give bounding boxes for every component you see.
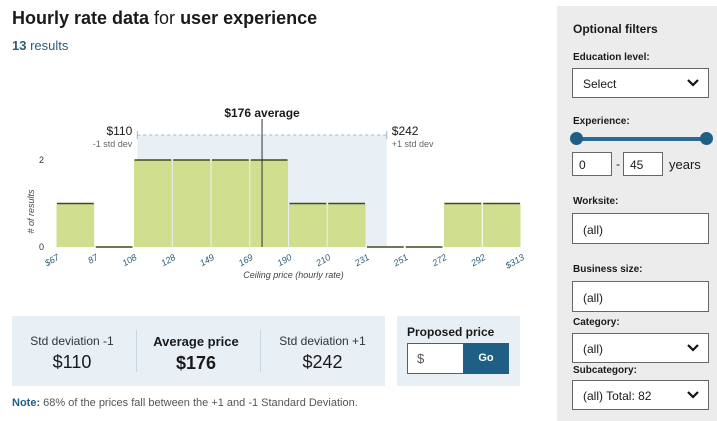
histogram-bar (172, 160, 211, 247)
y-tick-label: 2 (39, 155, 44, 165)
histogram-bar (289, 203, 327, 247)
histogram-bar (134, 160, 172, 247)
proposed-price-label: Proposed price (407, 325, 495, 339)
x-tick-label: 108 (120, 252, 138, 268)
worksite-input[interactable]: (all) (572, 213, 709, 244)
chevron-down-icon (687, 391, 699, 399)
rate-histogram: $176 average $110-1 std dev $242+1 std dev… (26, 106, 526, 280)
histogram-bar (211, 160, 250, 247)
go-button[interactable]: Go (463, 343, 509, 374)
histogram-bar (444, 203, 482, 247)
results-number: 13 (12, 38, 27, 53)
average-label: Average price (153, 334, 239, 349)
x-tick-label: 190 (275, 252, 293, 268)
experience-dash: - (616, 157, 620, 171)
x-tick-label: 169 (237, 252, 255, 268)
histogram-bar (250, 160, 288, 247)
experience-max-handle[interactable] (700, 132, 713, 145)
x-tick-label: $67 (42, 252, 62, 269)
proposed-price-input[interactable]: $ (407, 343, 465, 374)
experience-label: Experience: (573, 116, 630, 127)
average-value: $176 (175, 353, 217, 373)
experience-min-handle[interactable] (570, 132, 583, 145)
std-plus-chart-label: $242 (392, 124, 419, 138)
histogram-bar (327, 203, 366, 247)
std-plus-chart-sub: +1 std dev (392, 139, 434, 149)
average-column: Average price $176 (136, 316, 256, 386)
experience-min-input[interactable]: 0 (572, 152, 612, 176)
business-size-label: Business size: (573, 264, 643, 275)
business-size-input[interactable]: (all) (572, 281, 709, 312)
summary-panel: Std deviation -1 $110 Average price $176… (12, 316, 385, 386)
education-label: Education level: (573, 52, 650, 63)
chevron-down-icon (687, 344, 699, 352)
note-text: 68% of the prices fall between the +1 an… (40, 397, 358, 409)
std-minus-value: $110 (52, 352, 92, 372)
x-tick-label: 272 (430, 252, 449, 269)
filters-title: Optional filters (573, 22, 658, 36)
x-tick-label: 251 (391, 252, 410, 269)
std-minus-label: Std deviation -1 (30, 334, 114, 348)
filters-sidebar: Optional filters Education level: Select… (557, 6, 717, 421)
x-axis-label: Ceiling price (hourly rate) (243, 270, 344, 280)
std-minus-column: Std deviation -1 $110 (12, 316, 132, 386)
note-prefix: Note: (12, 397, 41, 409)
subcategory-select[interactable]: (all) Total: 82 (572, 380, 709, 410)
education-value: Select (583, 77, 617, 91)
experience-max-input[interactable]: 45 (623, 152, 663, 176)
experience-unit: years (669, 157, 701, 172)
results-count: 13 results (12, 38, 68, 53)
std-minus-chart-label: $110 (106, 124, 132, 138)
education-select[interactable]: Select (572, 68, 709, 98)
title-subject: user experience (180, 8, 318, 28)
category-value: (all) (583, 342, 603, 356)
x-tick-label: 87 (86, 252, 101, 266)
experience-slider-track[interactable] (576, 137, 706, 141)
std-plus-column: Std deviation +1 $242 (260, 316, 385, 386)
x-tick-label: 231 (352, 252, 371, 269)
histogram-bar (482, 203, 521, 247)
title-connector: for (149, 8, 181, 28)
y-tick-label: 0 (39, 242, 44, 252)
y-axis-label: # of results (26, 189, 36, 234)
category-label: Category: (573, 317, 620, 328)
chevron-down-icon (687, 79, 699, 87)
std-dev-note: Note: 68% of the prices fall between the… (12, 397, 358, 409)
worksite-label: Worksite: (573, 196, 619, 207)
subcategory-label: Subcategory: (573, 365, 637, 376)
histogram-bar (56, 203, 95, 247)
subcategory-value: (all) Total: 82 (583, 389, 652, 403)
proposed-price-panel: Proposed price $ Go (397, 316, 520, 386)
x-tick-label: $313 (503, 252, 526, 271)
std-minus-chart-sub: -1 std dev (93, 139, 133, 149)
category-select[interactable]: (all) (572, 333, 709, 363)
title-main: Hourly rate data (12, 8, 150, 28)
average-label: $176 average (224, 106, 300, 120)
x-tick-label: 210 (313, 252, 332, 269)
x-tick-label: 128 (159, 252, 177, 268)
std-plus-value: $242 (302, 352, 343, 372)
x-tick-label: 149 (198, 252, 216, 268)
std-plus-label: Std deviation +1 (279, 334, 366, 348)
results-label: results (26, 38, 69, 53)
page-title: Hourly rate data for user experience (12, 8, 317, 29)
x-tick-label: 292 (468, 252, 487, 269)
